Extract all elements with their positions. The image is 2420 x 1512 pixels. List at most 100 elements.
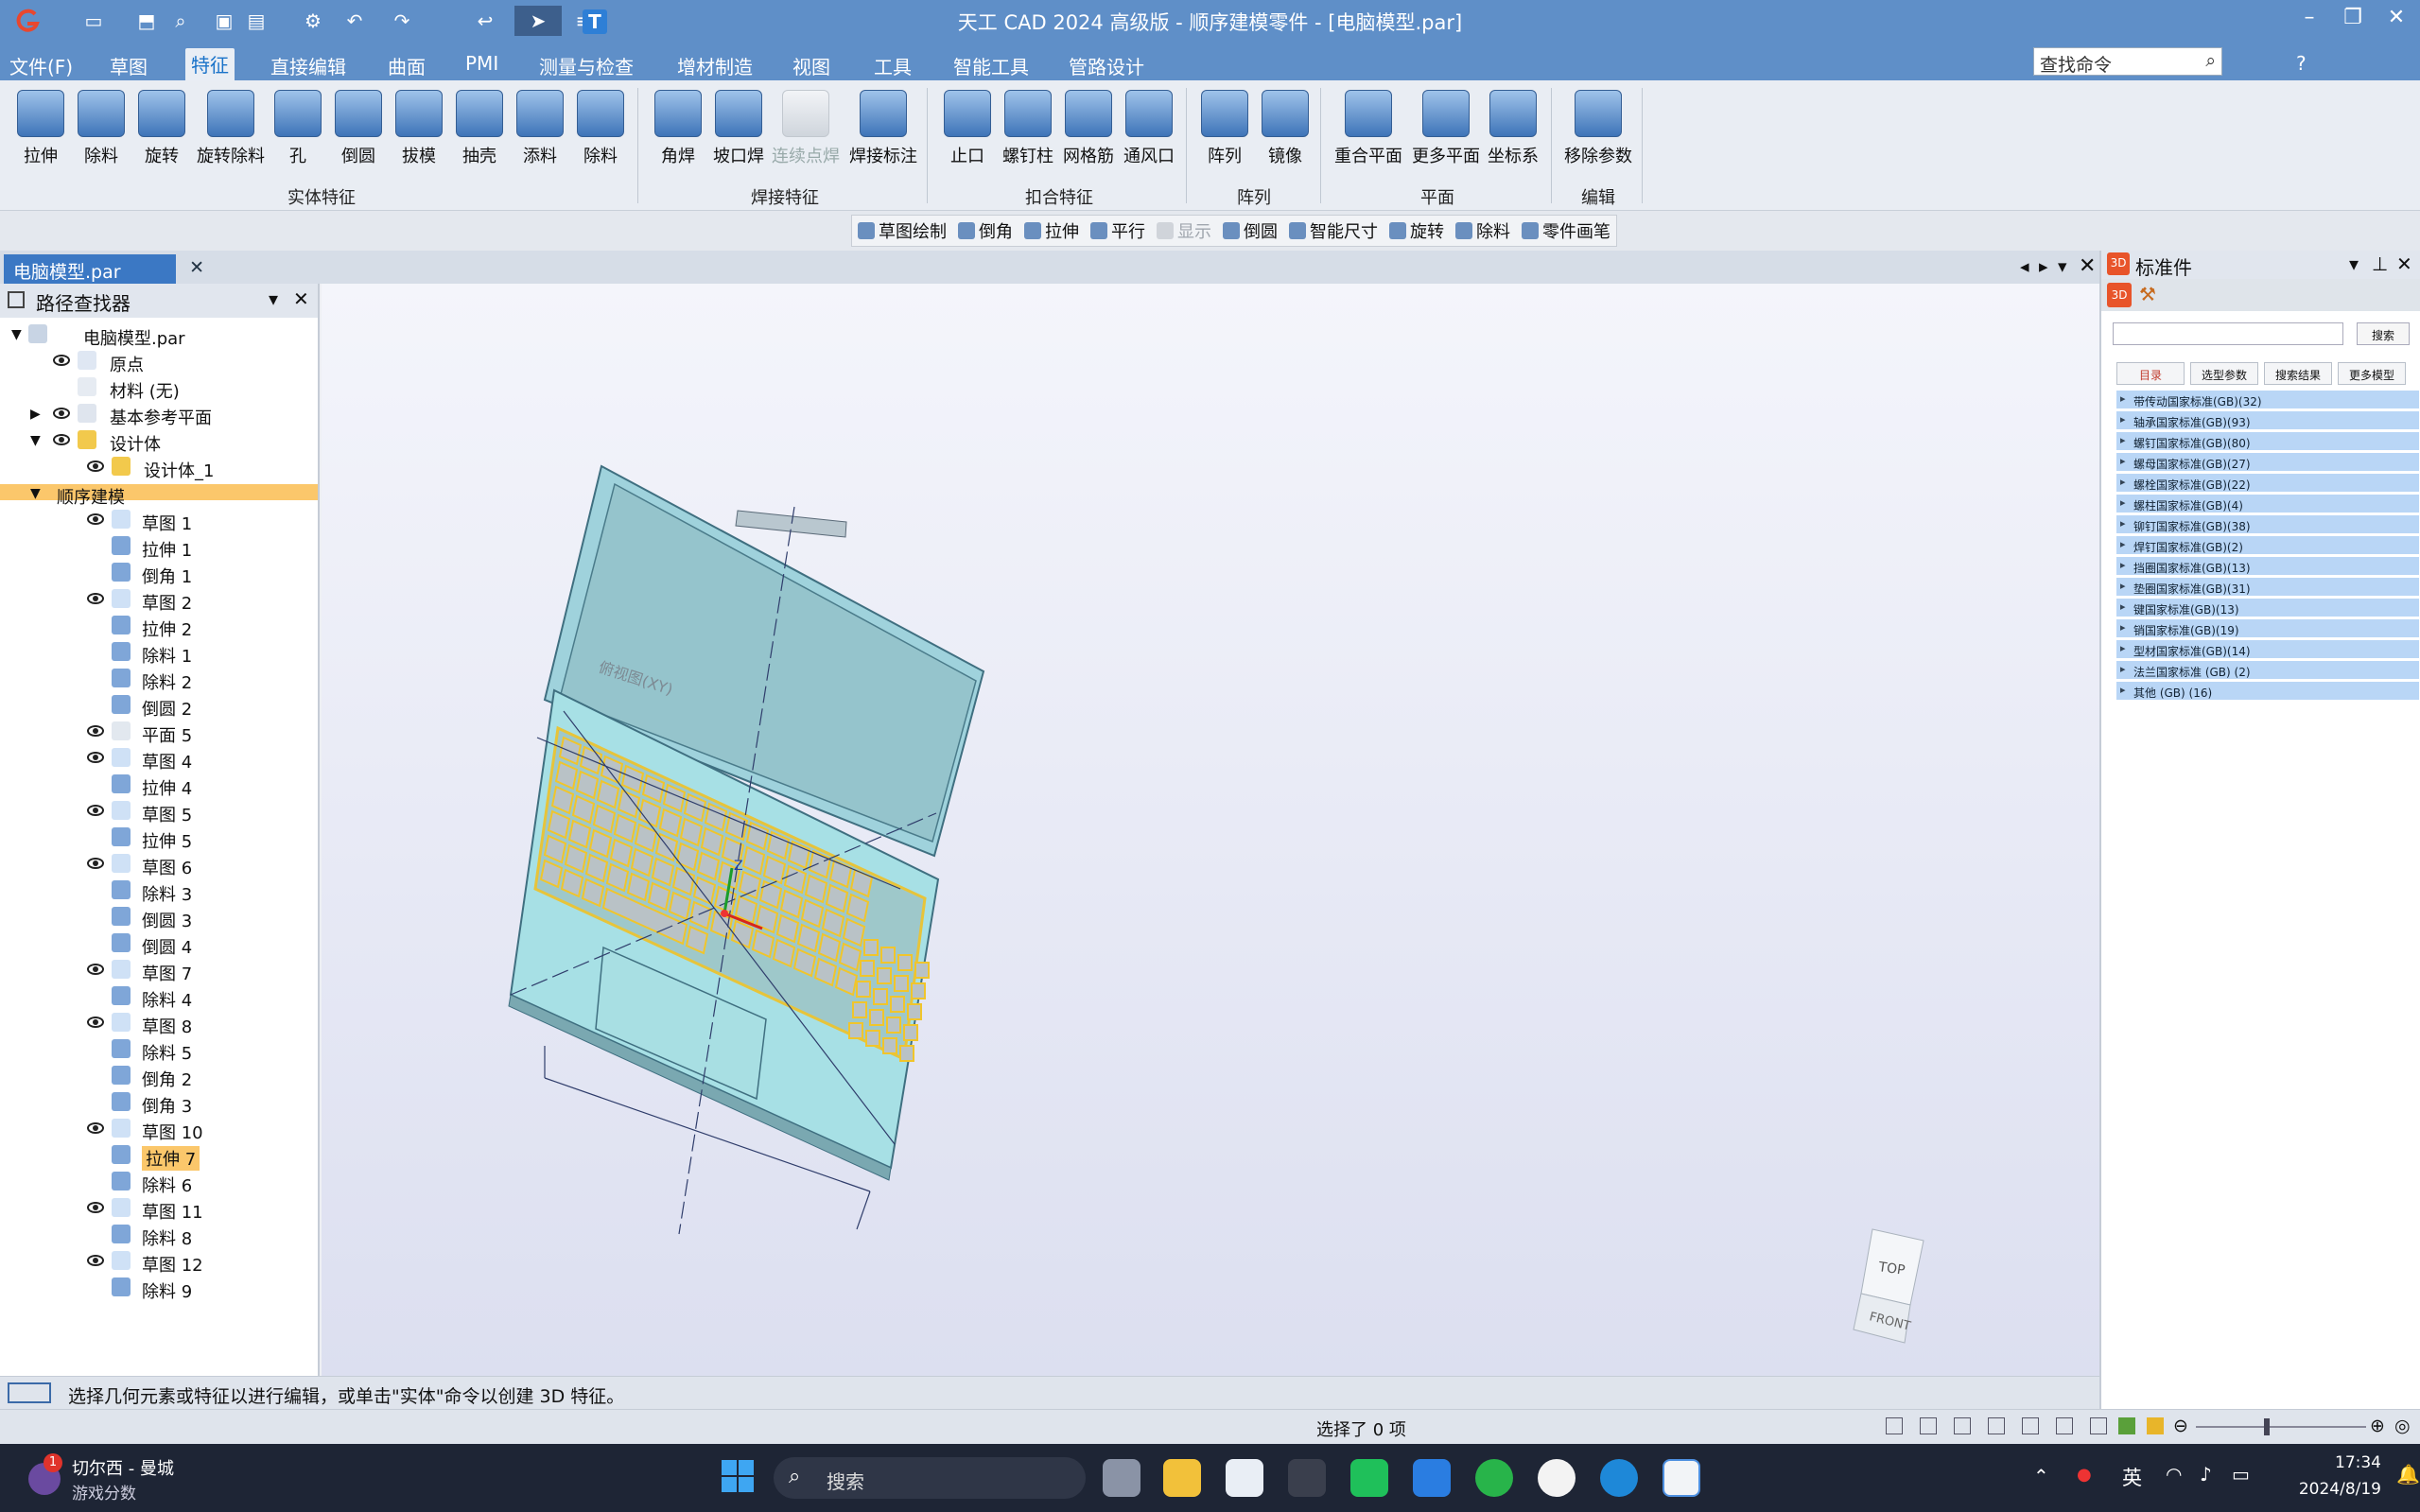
coordinate-system-button[interactable]: 坐标系 bbox=[1481, 86, 1545, 181]
menu-file[interactable]: 文件(F) bbox=[4, 50, 78, 81]
tray-app-icon[interactable]: ● bbox=[2077, 1465, 2092, 1485]
visibility-eye-icon[interactable] bbox=[53, 434, 70, 445]
vent-button[interactable]: 通风口 bbox=[1116, 86, 1182, 181]
expand-arrow-icon[interactable]: ▶ bbox=[30, 407, 41, 422]
standard-category-row[interactable]: 型材国家标准(GB)(14) bbox=[2116, 640, 2419, 659]
tab-selection-params[interactable]: 选型参数 bbox=[2190, 362, 2258, 385]
tree-node[interactable]: ▼ 电脑模型.par bbox=[0, 324, 318, 349]
style-icon[interactable] bbox=[2147, 1417, 2164, 1434]
pattern-button[interactable]: 阵列 bbox=[1193, 86, 1256, 181]
visibility-eye-icon[interactable] bbox=[87, 1122, 104, 1134]
extrude-button[interactable]: 拉伸 bbox=[9, 86, 72, 181]
minimize-button[interactable]: – bbox=[2289, 6, 2330, 38]
standard-category-row[interactable]: 其他 (GB) (16) bbox=[2116, 682, 2419, 701]
tab-scroll-right-icon[interactable]: ▸ bbox=[2039, 256, 2048, 277]
tree-node[interactable]: 倒角 2 bbox=[0, 1066, 318, 1090]
tree-node[interactable]: 草图 4 bbox=[0, 748, 318, 773]
game-app-icon[interactable] bbox=[1288, 1459, 1326, 1497]
ms-store-icon[interactable] bbox=[1226, 1459, 1263, 1497]
standard-category-row[interactable]: 销国家标准(GB)(19) bbox=[2116, 619, 2419, 638]
menu-tools[interactable]: 工具 bbox=[868, 50, 917, 81]
tab-search-results[interactable]: 搜索结果 bbox=[2264, 362, 2332, 385]
tree-node[interactable]: 平面 5 bbox=[0, 721, 318, 746]
visibility-eye-icon[interactable] bbox=[87, 1255, 104, 1266]
search-button[interactable]: 搜索 bbox=[2357, 322, 2410, 345]
tree-node[interactable]: 草图 6 bbox=[0, 854, 318, 878]
laptop-model[interactable]: Z 俯视图(XY) TOP FRONT bbox=[322, 284, 2099, 1376]
music-title[interactable]: 切尔西 - 曼城 bbox=[72, 1455, 174, 1480]
standard-category-row[interactable]: 螺母国家标准(GB)(27) bbox=[2116, 453, 2419, 472]
close-button[interactable]: ✕ bbox=[2376, 6, 2417, 38]
collapse-arrow-icon[interactable]: ▼ bbox=[30, 486, 41, 501]
tree-node[interactable]: ▼ 顺序建模 bbox=[0, 484, 318, 508]
tree-node[interactable]: 拉伸 7 bbox=[0, 1145, 318, 1171]
show-command[interactable]: 显示 bbox=[1157, 218, 1211, 243]
tree-node[interactable]: 原点 bbox=[0, 351, 318, 375]
menu-direct-edit[interactable]: 直接编辑 bbox=[265, 50, 352, 81]
standard-category-row[interactable]: 轴承国家标准(GB)(93) bbox=[2116, 411, 2419, 430]
standard-category-row[interactable]: 螺钉国家标准(GB)(80) bbox=[2116, 432, 2419, 451]
visibility-eye-icon[interactable] bbox=[53, 408, 70, 419]
tab-scroll-left-icon[interactable]: ◂ bbox=[2020, 256, 2029, 277]
visibility-eye-icon[interactable] bbox=[87, 593, 104, 604]
tree-node[interactable]: 除料 5 bbox=[0, 1039, 318, 1064]
tray-overflow-icon[interactable]: ⌃ bbox=[2033, 1465, 2049, 1487]
shell-button[interactable]: 抽壳 bbox=[448, 86, 511, 181]
tree-node[interactable]: 草图 1 bbox=[0, 510, 318, 534]
pan-icon[interactable] bbox=[1988, 1417, 2005, 1434]
zoom-icon[interactable] bbox=[1954, 1417, 1971, 1434]
tree-node[interactable]: 拉伸 2 bbox=[0, 616, 318, 640]
3d-library-icon[interactable]: 3D bbox=[2107, 283, 2132, 307]
visibility-eye-icon[interactable] bbox=[87, 964, 104, 975]
render-icon[interactable] bbox=[2118, 1417, 2135, 1434]
tree-node[interactable]: 除料 8 bbox=[0, 1225, 318, 1249]
standard-category-row[interactable]: 法兰国家标准 (GB) (2) bbox=[2116, 661, 2419, 680]
panel-close-icon[interactable]: ✕ bbox=[293, 287, 309, 310]
clock-date[interactable]: 2024/8/19 bbox=[2279, 1480, 2381, 1499]
coincident-plane-button[interactable]: 重合平面 bbox=[1328, 86, 1409, 181]
qq-icon[interactable] bbox=[1538, 1459, 1576, 1497]
tree-node[interactable]: 拉伸 1 bbox=[0, 536, 318, 561]
help-icon[interactable]: ? bbox=[2290, 50, 2312, 77]
tree-node[interactable]: 倒角 3 bbox=[0, 1092, 318, 1117]
feishu-icon[interactable] bbox=[1413, 1459, 1451, 1497]
menu-pmi[interactable]: PMI bbox=[460, 50, 504, 77]
standard-category-row[interactable]: 铆钉国家标准(GB)(38) bbox=[2116, 515, 2419, 534]
battery-icon[interactable]: ▭ bbox=[2232, 1463, 2250, 1486]
edge-browser-icon[interactable] bbox=[1600, 1459, 1638, 1497]
rotate-icon[interactable] bbox=[2022, 1417, 2039, 1434]
menu-measure[interactable]: 测量与检查 bbox=[533, 50, 639, 81]
zoom-slider[interactable] bbox=[2196, 1426, 2366, 1428]
restore-button[interactable]: ❐ bbox=[2332, 6, 2374, 38]
tree-node[interactable]: 除料 4 bbox=[0, 986, 318, 1011]
standard-parts-search-input[interactable] bbox=[2113, 322, 2343, 345]
close-document-icon[interactable]: ✕ bbox=[2079, 254, 2096, 278]
more-planes-button[interactable]: 更多平面 bbox=[1405, 86, 1487, 181]
tree-node[interactable]: 倒圆 4 bbox=[0, 933, 318, 958]
tree-node[interactable]: 材料 (无) bbox=[0, 377, 318, 402]
add-material-button[interactable]: 添料 bbox=[509, 86, 571, 181]
draft-button[interactable]: 拔模 bbox=[388, 86, 450, 181]
visibility-eye-icon[interactable] bbox=[87, 752, 104, 763]
visibility-eye-icon[interactable] bbox=[87, 461, 104, 472]
wechat-icon[interactable] bbox=[1475, 1459, 1513, 1497]
revolve-command[interactable]: 旋转 bbox=[1389, 218, 1444, 243]
collapse-arrow-icon[interactable]: ▼ bbox=[30, 433, 41, 448]
extrude-command[interactable]: 拉伸 bbox=[1024, 218, 1079, 243]
fit-all-icon[interactable]: ◎ bbox=[2394, 1416, 2411, 1436]
parallel-command[interactable]: 平行 bbox=[1090, 218, 1145, 243]
tree-node[interactable]: 除料 2 bbox=[0, 669, 318, 693]
zoom-area-icon[interactable] bbox=[1920, 1417, 1937, 1434]
standard-category-row[interactable]: 螺栓国家标准(GB)(22) bbox=[2116, 474, 2419, 493]
stitch-weld-button[interactable]: 连续点焊 bbox=[768, 86, 844, 181]
groove-weld-button[interactable]: 坡口焊 bbox=[707, 86, 770, 181]
weld-annotation-button[interactable]: 焊接标注 bbox=[845, 86, 921, 181]
round-button[interactable]: 倒圆 bbox=[327, 86, 390, 181]
panel-menu-icon[interactable]: ▾ bbox=[269, 287, 278, 310]
pin-icon[interactable]: ⊥ bbox=[2372, 252, 2388, 275]
round-command[interactable]: 倒圆 bbox=[1223, 218, 1278, 243]
tree-node[interactable]: 草图 7 bbox=[0, 960, 318, 984]
visibility-eye-icon[interactable] bbox=[87, 725, 104, 737]
prompt-bar-icon[interactable] bbox=[8, 1382, 51, 1403]
mirror-button[interactable]: 镜像 bbox=[1254, 86, 1316, 181]
